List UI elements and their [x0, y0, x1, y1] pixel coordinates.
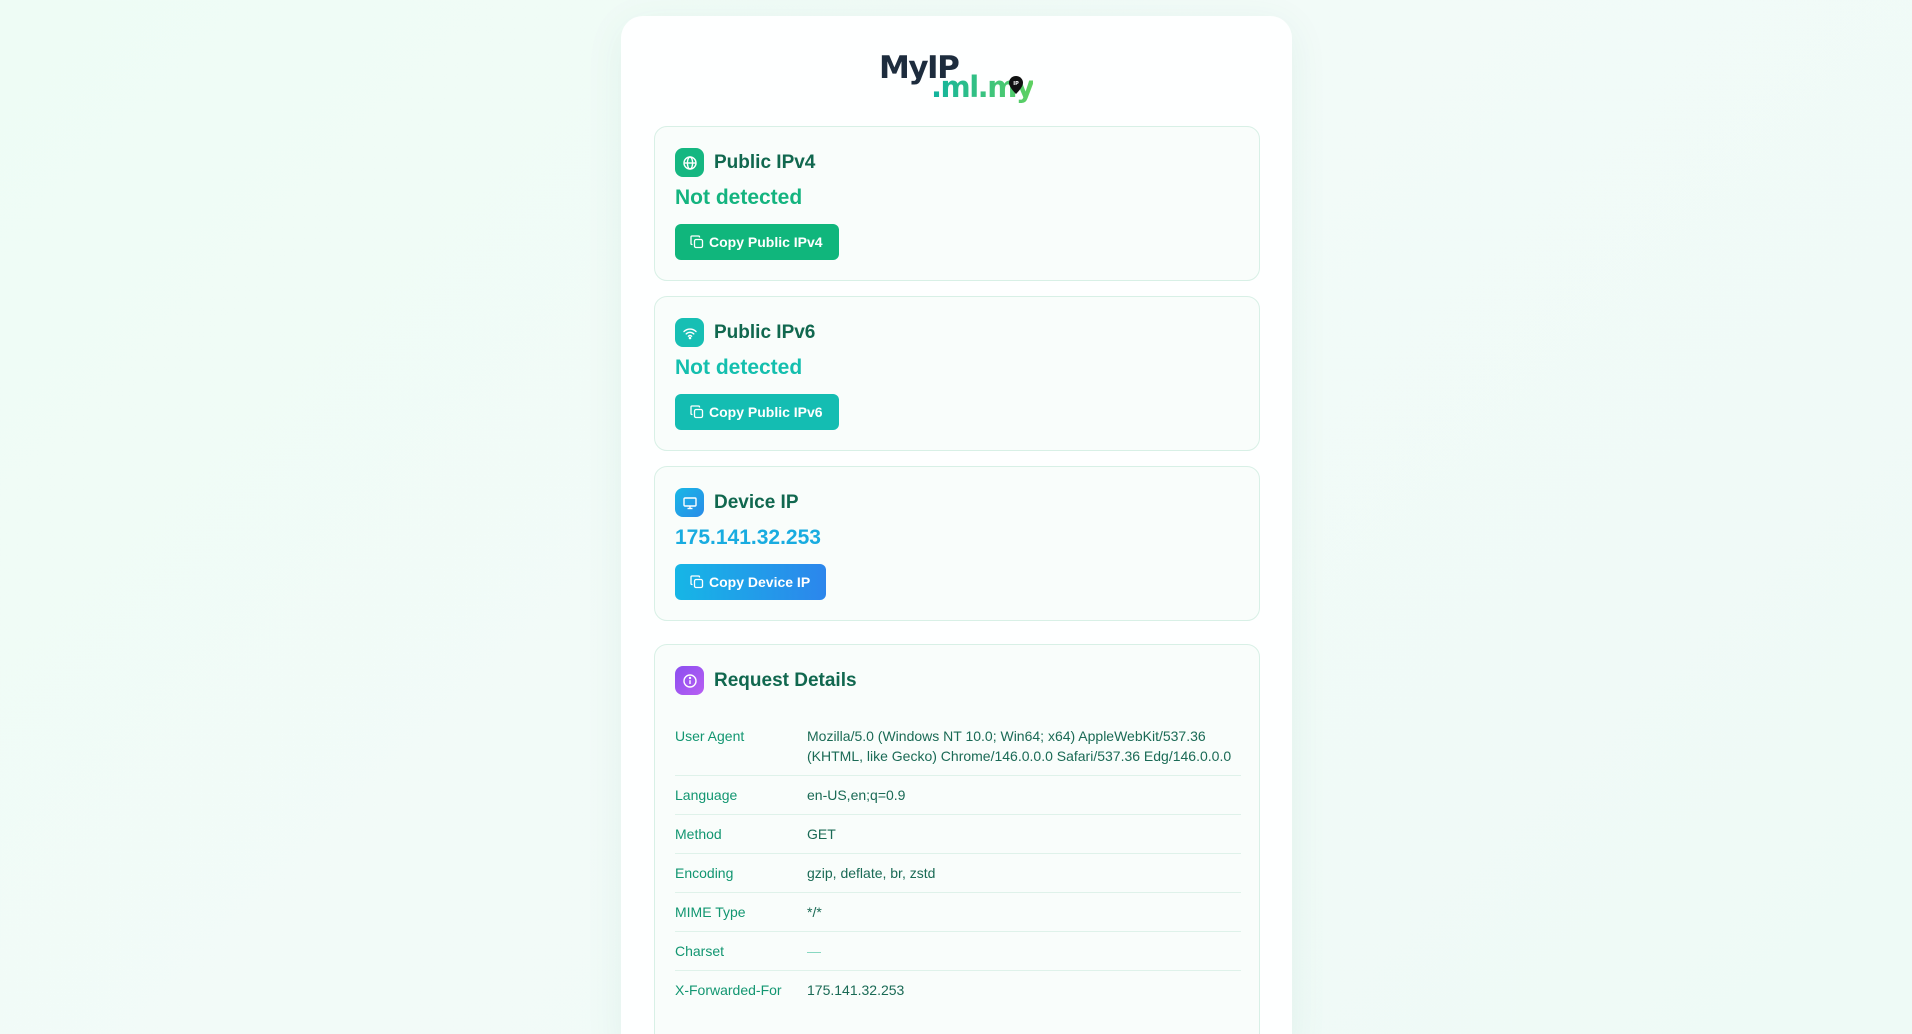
detail-key: Language — [675, 787, 738, 803]
public-ipv4-card: Public IPv4 Not detected Copy Public IPv… — [654, 126, 1260, 281]
detail-key: MIME Type — [675, 904, 746, 920]
location-pin-icon: IP — [1009, 76, 1023, 94]
ipv4-value: Not detected — [675, 186, 803, 209]
ipv6-value: Not detected — [675, 356, 803, 379]
detail-row-language: Language en-US,en;q=0.9 — [675, 776, 1241, 815]
globe-icon — [675, 148, 704, 177]
site-logo[interactable]: MyIP .ml.my IP — [879, 50, 1039, 110]
detail-key: X-Forwarded-For — [675, 982, 782, 998]
copy-icon — [690, 235, 704, 249]
button-label: Copy Device IP — [709, 574, 811, 590]
detail-key: Method — [675, 826, 722, 842]
public-ipv6-card: Public IPv6 Not detected Copy Public IPv… — [654, 296, 1260, 451]
copy-ipv4-button[interactable]: Copy Public IPv4 — [675, 224, 839, 260]
copy-device-ip-button[interactable]: Copy Device IP — [675, 564, 827, 600]
card-title: Device IP — [714, 491, 799, 513]
detail-value: en-US,en;q=0.9 — [807, 787, 906, 803]
svg-text:IP: IP — [1013, 81, 1019, 87]
main-panel: MyIP .ml.my IP Public IPv4 Not detected … — [621, 16, 1292, 1034]
card-title: Public IPv4 — [714, 151, 816, 173]
device-ip-card: Device IP 175.141.32.253 Copy Device IP — [654, 466, 1260, 621]
detail-key: Charset — [675, 943, 725, 959]
detail-row-encoding: Encoding gzip, deflate, br, zstd — [675, 854, 1241, 893]
detail-row-x-forwarded-for: X-Forwarded-For 175.141.32.253 — [675, 971, 1241, 1009]
detail-row-user-agent: User Agent Mozilla/5.0 (Windows NT 10.0;… — [675, 717, 1241, 776]
detail-value: gzip, deflate, br, zstd — [807, 865, 936, 881]
detail-value: — — [807, 943, 821, 959]
detail-value: Mozilla/5.0 (Windows NT 10.0; Win64; x64… — [807, 728, 1232, 764]
detail-value: GET — [807, 826, 836, 842]
detail-value: */* — [807, 904, 822, 920]
details-table: User Agent Mozilla/5.0 (Windows NT 10.0;… — [675, 717, 1241, 1009]
monitor-icon — [675, 488, 704, 517]
detail-row-method: Method GET — [675, 815, 1241, 854]
request-details-card: Request Details User Agent Mozilla/5.0 (… — [654, 644, 1260, 1034]
details-title: Request Details — [714, 669, 857, 691]
copy-ipv6-button[interactable]: Copy Public IPv6 — [675, 394, 839, 430]
detail-row-charset: Charset — — [675, 932, 1241, 971]
copy-icon — [690, 405, 704, 419]
button-label: Copy Public IPv6 — [709, 404, 823, 420]
device-ip-value: 175.141.32.253 — [675, 526, 821, 549]
info-icon — [675, 666, 704, 695]
detail-key: User Agent — [675, 728, 745, 744]
card-title: Public IPv6 — [714, 321, 816, 343]
copy-icon — [690, 575, 704, 589]
detail-row-mime-type: MIME Type */* — [675, 893, 1241, 932]
detail-key: Encoding — [675, 865, 734, 881]
button-label: Copy Public IPv4 — [709, 234, 823, 250]
detail-value: 175.141.32.253 — [807, 982, 905, 998]
wifi-icon — [675, 318, 704, 347]
